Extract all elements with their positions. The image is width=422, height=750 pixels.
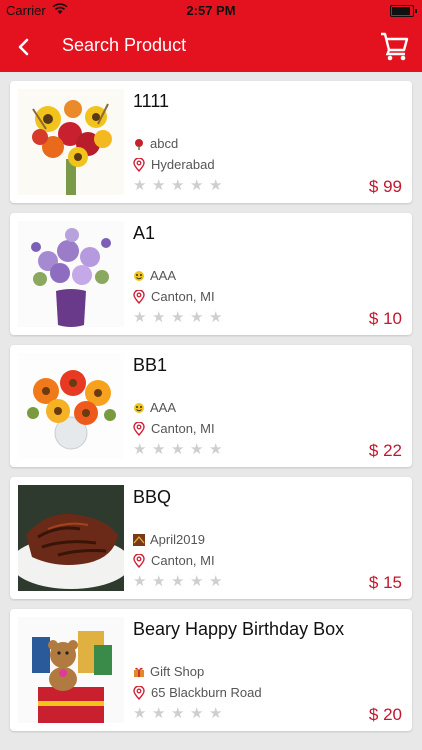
- star-icon: ★: [152, 177, 166, 194]
- star-icon: ★: [171, 309, 185, 326]
- shop-location: Canton, MI: [151, 553, 215, 568]
- star-icon: ★: [133, 441, 147, 458]
- location-row: Hyderabad: [133, 157, 215, 172]
- product-price: $ 22: [368, 441, 402, 460]
- shop-logo-icon: [133, 533, 145, 546]
- shop-logo-icon: [135, 138, 143, 150]
- star-icon: ★: [209, 309, 223, 326]
- product-card[interactable]: Beary Happy Birthday Box Gift Shop 65 Bl…: [10, 609, 412, 731]
- product-image-teddy-gift-box: [18, 617, 124, 723]
- product-name: 1111: [133, 91, 170, 111]
- star-rating: ★ ★ ★ ★ ★: [133, 177, 228, 194]
- star-icon: ★: [171, 441, 185, 458]
- product-name: BB1: [133, 355, 168, 375]
- product-name: A1: [133, 223, 156, 243]
- shop-row: abcd: [133, 136, 178, 151]
- star-rating: ★ ★ ★ ★ ★: [133, 573, 228, 590]
- product-card[interactable]: BB1 AAA Canton, MI ★ ★ ★ ★ ★ $ 22: [10, 345, 412, 467]
- page-title: Search Product: [62, 35, 187, 55]
- product-price: $ 15: [368, 573, 402, 592]
- location-pin-icon: [133, 685, 145, 700]
- star-icon: ★: [171, 177, 185, 194]
- product-image-purple-flowers-vase: [18, 221, 124, 327]
- product-card[interactable]: 1111 abcd Hyderabad ★ ★ ★ ★ ★ $ 99: [10, 81, 412, 203]
- star-icon: ★: [133, 309, 147, 326]
- star-icon: ★: [152, 705, 166, 722]
- shop-location: Canton, MI: [151, 421, 215, 436]
- product-price: $ 20: [368, 705, 402, 724]
- location-pin-icon: [133, 421, 145, 436]
- shop-row: April2019: [133, 532, 205, 547]
- shop-location: 65 Blackburn Road: [151, 685, 262, 700]
- product-image-bbq-ribs: [18, 485, 124, 591]
- shop-location: Canton, MI: [151, 289, 215, 304]
- star-icon: ★: [171, 573, 185, 590]
- star-icon: ★: [152, 309, 166, 326]
- star-icon: ★: [133, 177, 147, 194]
- star-icon: ★: [190, 705, 204, 722]
- star-icon: ★: [152, 441, 166, 458]
- cart-button[interactable]: [378, 30, 410, 62]
- location-pin-icon: [133, 553, 145, 568]
- star-icon: ★: [190, 309, 204, 326]
- product-image-gerbera-bouquet: [18, 353, 124, 459]
- star-icon: ★: [133, 573, 147, 590]
- product-price: $ 99: [368, 177, 402, 196]
- location-row: 65 Blackburn Road: [133, 685, 262, 700]
- product-name: Beary Happy Birthday Box: [133, 619, 345, 639]
- shop-row: Gift Shop: [133, 664, 204, 679]
- cart-icon: [381, 32, 409, 61]
- battery-icon: [390, 5, 417, 17]
- shop-row: AAA: [133, 268, 176, 283]
- shop-logo-icon: [134, 270, 144, 281]
- location-pin-icon: [133, 157, 145, 172]
- star-icon: ★: [133, 705, 147, 722]
- shop-name: Gift Shop: [150, 664, 205, 679]
- star-icon: ★: [171, 705, 185, 722]
- location-row: Canton, MI: [133, 553, 215, 568]
- shop-location: Hyderabad: [151, 157, 215, 172]
- location-row: Canton, MI: [133, 421, 215, 436]
- product-card[interactable]: A1 AAA Canton, MI ★ ★ ★ ★ ★ $ 10: [10, 213, 412, 335]
- product-image-sunflower-bouquet: [18, 89, 124, 195]
- status-time: 2:57 PM: [186, 3, 236, 18]
- star-icon: ★: [209, 573, 223, 590]
- location-row: Canton, MI: [133, 289, 215, 304]
- star-icon: ★: [209, 441, 223, 458]
- star-icon: ★: [209, 705, 223, 722]
- star-rating: ★ ★ ★ ★ ★: [133, 309, 228, 326]
- shop-name: April2019: [150, 532, 205, 547]
- status-bar: Carrier 2:57 PM: [0, 0, 422, 22]
- nav-bar: Search Product: [0, 22, 422, 72]
- shop-row: AAA: [133, 400, 176, 415]
- chevron-left-icon: [18, 38, 29, 56]
- location-pin-icon: [133, 289, 145, 304]
- product-price: $ 10: [368, 309, 402, 328]
- star-icon: ★: [190, 177, 204, 194]
- star-icon: ★: [190, 441, 204, 458]
- back-button[interactable]: [10, 32, 40, 62]
- star-icon: ★: [152, 573, 166, 590]
- star-icon: ★: [209, 177, 223, 194]
- product-list: 1111 abcd Hyderabad ★ ★ ★ ★ ★ $ 99 A1 AA…: [10, 81, 412, 741]
- shop-name: AAA: [150, 268, 177, 283]
- shop-logo-icon: [134, 402, 144, 413]
- star-rating: ★ ★ ★ ★ ★: [133, 705, 228, 722]
- product-card[interactable]: BBQ April2019 Canton, MI ★ ★ ★ ★ ★ $ 15: [10, 477, 412, 599]
- star-icon: ★: [190, 573, 204, 590]
- product-name: BBQ: [133, 487, 172, 507]
- star-rating: ★ ★ ★ ★ ★: [133, 441, 228, 458]
- shop-logo-icon: [134, 667, 144, 677]
- shop-name: AAA: [150, 400, 177, 415]
- shop-name: abcd: [150, 136, 179, 151]
